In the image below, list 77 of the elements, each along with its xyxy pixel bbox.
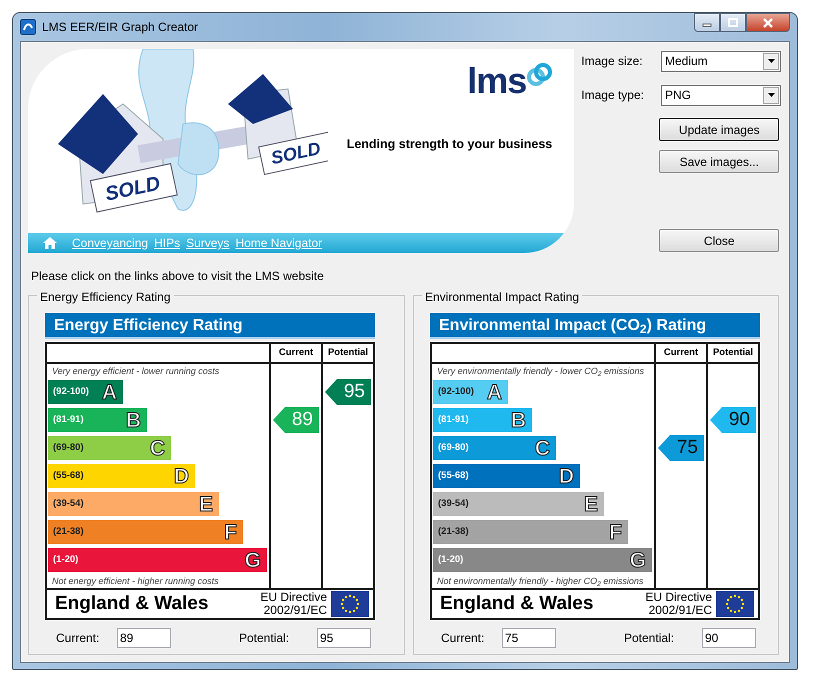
sold-sign-text: SOLD	[269, 138, 322, 168]
app-icon	[20, 19, 36, 35]
value-field[interactable]: 89	[117, 628, 171, 648]
note-text: Not energy efficient - higher running costs	[51, 575, 220, 588]
maximize-icon	[728, 18, 738, 27]
band-letter: D	[174, 466, 189, 486]
value-field[interactable]: 95	[317, 628, 371, 648]
directive-text: 2002/91/EC	[648, 604, 712, 618]
column-header: Potential	[321, 344, 373, 362]
close-button[interactable]: Close	[659, 229, 780, 252]
action-button[interactable]: Update images	[659, 118, 780, 141]
band-letter: C	[534, 438, 550, 458]
field-label: Image size:	[581, 53, 643, 70]
band-letter: E	[198, 494, 213, 514]
directive-text: 2002/91/EC	[264, 604, 327, 618]
field-label: Current:	[440, 630, 486, 647]
field-label: Potential:	[624, 630, 676, 647]
region-text: England & Wales	[55, 592, 210, 616]
window-title: LMS EER/EIR Graph Creator	[42, 19, 198, 36]
band-range: (55-68)	[438, 468, 469, 483]
dropdown-arrow-icon	[768, 93, 774, 97]
column-header: Current	[269, 344, 321, 362]
directive-text: EU Directive	[260, 590, 327, 604]
eu-flag-icon	[331, 591, 369, 617]
rings-logo-icon	[526, 63, 552, 89]
band-range: (81-91)	[53, 412, 84, 427]
band-range: (81-91)	[438, 412, 469, 427]
band-range: (39-54)	[438, 496, 469, 511]
band-range: (1-20)	[438, 552, 464, 567]
band-range: (55-68)	[53, 468, 84, 483]
band-range: (92-100)	[438, 384, 474, 399]
sold-sign-text: SOLD	[103, 172, 162, 206]
close-window-button[interactable]	[746, 13, 790, 32]
band-letter: C	[150, 438, 165, 458]
band-range: (92-100)	[53, 384, 89, 399]
field-label: Current:	[55, 630, 100, 647]
note-text: Very energy efficient - lower running costs	[51, 365, 220, 378]
value-field[interactable]: 90	[702, 628, 756, 648]
directive-text: EU Directive	[645, 590, 712, 604]
band-range: (21-38)	[438, 524, 469, 539]
tagline: Lending strength to your business	[346, 136, 552, 153]
band-range: (69-80)	[438, 440, 469, 455]
field-label: Potential:	[239, 630, 290, 647]
close-icon	[763, 18, 773, 28]
band-letter: B	[510, 410, 526, 430]
value-field[interactable]: 75	[502, 628, 556, 648]
column-header: Potential	[706, 344, 758, 362]
band-letter: B	[126, 410, 141, 430]
home-icon[interactable]	[42, 236, 58, 250]
band-letter: F	[609, 522, 622, 542]
field-label: Image type:	[581, 87, 644, 104]
band-range: (21-38)	[53, 524, 84, 539]
minimize-button[interactable]	[694, 13, 720, 32]
dropdown[interactable]: PNG	[661, 84, 781, 106]
region-text: England & Wales	[440, 592, 594, 616]
band-letter: A	[486, 382, 502, 402]
note-text: Very environmentally friendly - lower CO$_{2}$ emissions	[436, 365, 646, 378]
column-header: Current	[654, 344, 706, 362]
action-button[interactable]: Save images...	[659, 150, 780, 173]
dropdown[interactable]: Medium	[661, 50, 781, 72]
band-letter: G	[630, 550, 646, 570]
band-letter: F	[224, 522, 237, 542]
dropdown-arrow-icon	[768, 59, 774, 63]
chart-title: Energy Efficiency Rating	[45, 313, 375, 339]
instruction-text: Please click on the links above to visit the LMS website	[31, 268, 325, 285]
company-logo: lms	[467, 63, 526, 99]
band-letter: A	[102, 382, 117, 402]
band-letter: E	[584, 494, 598, 514]
band-range: (1-20)	[53, 552, 78, 567]
band-range: (69-80)	[53, 440, 84, 455]
band-letter: G	[244, 550, 261, 570]
maximize-button[interactable]	[720, 13, 746, 32]
note-text: Not environmentally friendly - higher CO$_{2}$ emissions	[436, 575, 644, 588]
band-letter: D	[558, 466, 574, 486]
eu-flag-icon	[716, 591, 754, 617]
band-range: (39-54)	[53, 496, 84, 511]
chart-title: Environmental Impact (CO$_{2}$) Rating	[430, 313, 760, 339]
